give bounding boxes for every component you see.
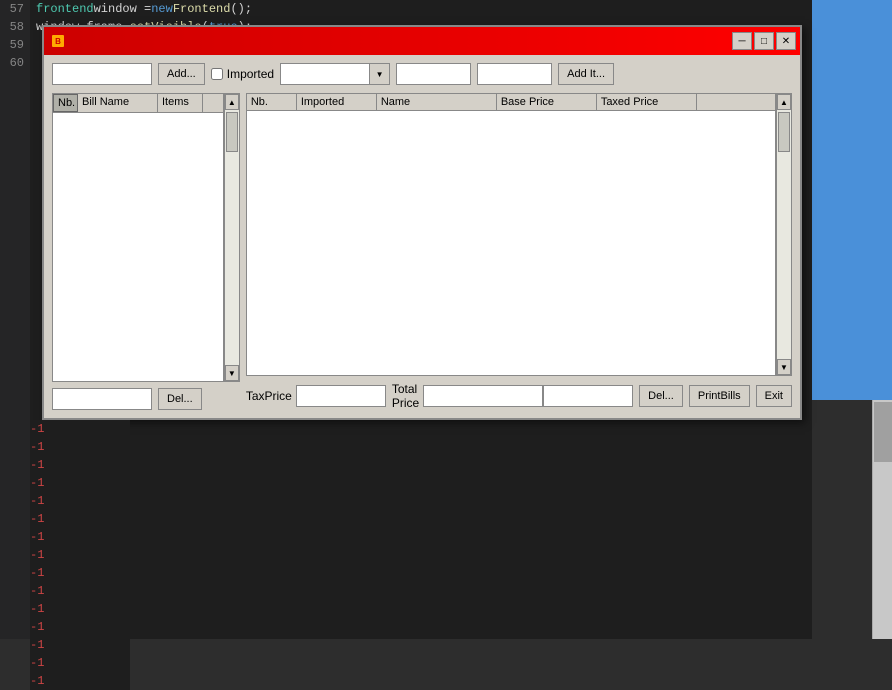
add-it-button[interactable]: Add It... [558, 63, 614, 85]
neg-val-1: -1 [30, 420, 130, 438]
left-panel: Nb. Bill Name Items ▲ ▼ [52, 93, 240, 410]
top-toolbar: Add... Imported ▼ Add It... [52, 63, 792, 85]
del-button[interactable]: Del... [639, 385, 683, 407]
main-area: Nb. Bill Name Items ▲ ▼ [52, 93, 792, 410]
add-button[interactable]: Add... [158, 63, 205, 85]
left-table-header: Nb. Bill Name Items [53, 94, 223, 113]
left-col-nb: Nb. [53, 94, 78, 112]
minimize-button[interactable]: ─ [732, 32, 752, 50]
neg-val-4: -1 [30, 474, 130, 492]
left-table-wrapper: Nb. Bill Name Items ▲ ▼ [52, 93, 240, 382]
right-content: Nb. Imported Name Base Price Taxed Price… [246, 93, 792, 410]
right-scrollbar[interactable] [872, 400, 892, 639]
neg-val-3: -1 [30, 456, 130, 474]
price-input[interactable] [396, 63, 471, 85]
right-table-scrollbar[interactable]: ▲ ▼ [776, 93, 792, 376]
tax-price-label: TaxPrice [246, 389, 292, 403]
tax-price-field[interactable] [296, 385, 386, 407]
left-col-bill-name: Bill Name [78, 94, 158, 112]
title-bar-controls[interactable]: ─ □ ✕ [732, 32, 796, 50]
title-bar: B ─ □ ✕ [44, 27, 800, 55]
left-del-button[interactable]: Del... [158, 388, 202, 410]
left-scroll-thumb[interactable] [226, 112, 238, 152]
total-price-field[interactable] [423, 385, 543, 407]
imported-label: Imported [227, 67, 274, 81]
right-table-body [247, 111, 775, 375]
right-col-name: Name [377, 94, 497, 110]
right-table-header: Nb. Imported Name Base Price Taxed Price [247, 94, 775, 111]
bottom-right-controls: Del... PrintBills Exit [543, 385, 792, 407]
right-table: Nb. Imported Name Base Price Taxed Price [246, 93, 776, 376]
neg-val-6: -1 [30, 510, 130, 528]
app-icon: B [48, 31, 68, 51]
neg-val-11: -1 [30, 600, 130, 618]
imported-checkbox[interactable] [211, 68, 223, 80]
left-table-body [53, 113, 223, 381]
bottom-left-controls: TaxPrice Total Price [246, 382, 543, 410]
dropdown-input[interactable] [280, 63, 370, 85]
neg-val-9: -1 [30, 564, 130, 582]
right-col-base-price: Base Price [497, 94, 597, 110]
svg-text:B: B [55, 37, 61, 46]
right-scroll-down-arrow[interactable]: ▼ [777, 359, 791, 375]
neg-val-12: -1 [30, 618, 130, 636]
bottom-area: TaxPrice Total Price Del... PrintBills E… [246, 382, 792, 410]
left-col-items: Items [158, 94, 203, 112]
maximize-button[interactable]: □ [754, 32, 774, 50]
exit-button[interactable]: Exit [756, 385, 792, 407]
neg-val-7: -1 [30, 528, 130, 546]
top-input-field[interactable] [52, 63, 152, 85]
right-col-taxed-price: Taxed Price [597, 94, 697, 110]
right-col-imported: Imported [297, 94, 377, 110]
left-bottom-controls: Del... [52, 388, 240, 410]
modal-content: Add... Imported ▼ Add It... Nb. [44, 55, 800, 418]
neg-val-10: -1 [30, 582, 130, 600]
print-bills-button[interactable]: PrintBills [689, 385, 750, 407]
imported-checkbox-group[interactable]: Imported [211, 67, 274, 81]
total-price-group: Total Price [392, 382, 543, 410]
line-number-sidebar: 57 58 59 60 [0, 0, 30, 639]
right-table-wrapper: Nb. Imported Name Base Price Taxed Price… [246, 93, 792, 376]
neg-val-5: -1 [30, 492, 130, 510]
left-scrollbar[interactable]: ▲ ▼ [224, 93, 240, 382]
dropdown-group[interactable]: ▼ [280, 63, 390, 85]
tax-price-group: TaxPrice [246, 385, 386, 407]
right-col-nb: Nb. [247, 94, 297, 110]
modal-window: B ─ □ ✕ Add... Imported ▼ Add It... [42, 25, 802, 420]
left-table: Nb. Bill Name Items [52, 93, 224, 382]
close-button[interactable]: ✕ [776, 32, 796, 50]
right-panel [812, 0, 892, 400]
left-scroll-track[interactable] [225, 110, 239, 365]
taxed-price-input[interactable] [477, 63, 552, 85]
scroll-down-arrow[interactable]: ▼ [225, 365, 239, 381]
right-scrollbar-thumb[interactable] [874, 402, 892, 462]
neg-val-15: -1 [30, 672, 130, 690]
bottom-right-input[interactable] [543, 385, 633, 407]
neg-val-8: -1 [30, 546, 130, 564]
right-scroll-track[interactable] [777, 110, 791, 359]
right-scroll-up-arrow[interactable]: ▲ [777, 94, 791, 110]
dropdown-arrow-icon[interactable]: ▼ [370, 63, 390, 85]
below-modal-values: -1 -1 -1 -1 -1 -1 -1 -1 -1 -1 -1 -1 -1 -… [30, 420, 130, 690]
total-price-label: Total Price [392, 382, 419, 410]
left-bottom-input[interactable] [52, 388, 152, 410]
scroll-up-arrow[interactable]: ▲ [225, 94, 239, 110]
right-scroll-thumb[interactable] [778, 112, 790, 152]
neg-val-14: -1 [30, 654, 130, 672]
neg-val-2: -1 [30, 438, 130, 456]
